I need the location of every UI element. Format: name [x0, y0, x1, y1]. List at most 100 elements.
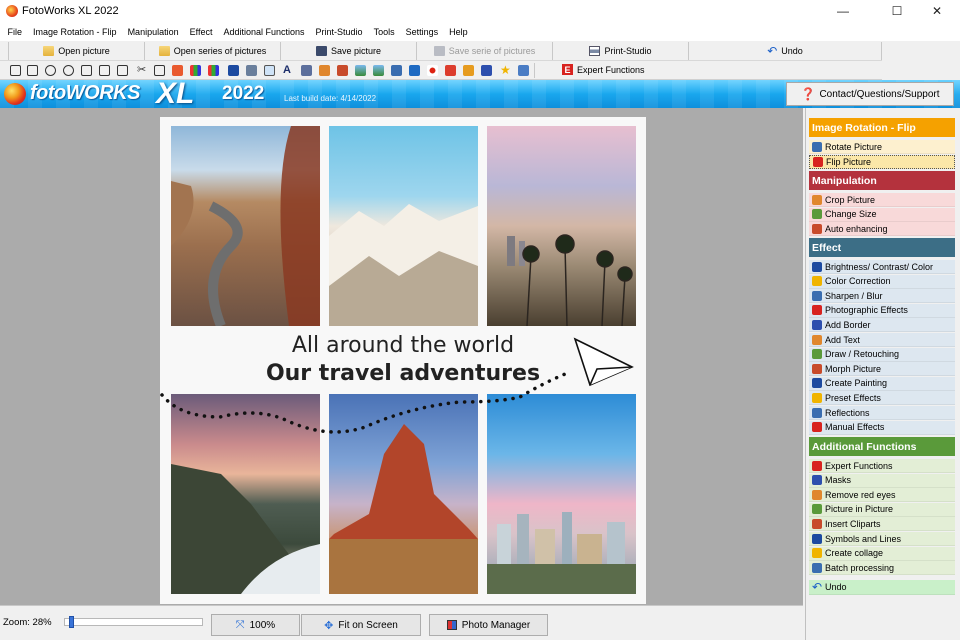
- photo-palm-city[interactable]: [487, 126, 636, 327]
- panel-item-create-collage[interactable]: Create collage: [809, 546, 955, 561]
- section-image-rotation-flip[interactable]: Image Rotation - Flip: [809, 118, 955, 137]
- panel-item-add-text[interactable]: Add Text: [809, 333, 955, 347]
- panel-item-icon: [812, 276, 822, 287]
- landscape-icon[interactable]: [355, 65, 366, 76]
- save-picture-button[interactable]: Save picture: [280, 42, 416, 60]
- menu-manipulation[interactable]: Manipulation: [122, 27, 184, 37]
- panel-item-color-correction[interactable]: Color Correction: [809, 274, 955, 289]
- panel-item-crop-picture[interactable]: Crop Picture: [809, 193, 955, 207]
- panel-item-draw-retouching[interactable]: Draw / Retouching: [809, 347, 955, 362]
- panel-item-manual-effects[interactable]: Manual Effects: [809, 420, 955, 435]
- crop-icon[interactable]: [154, 65, 165, 76]
- star-icon[interactable]: ★: [500, 64, 511, 76]
- mask-icon[interactable]: [409, 65, 420, 76]
- panel-item-remove-red-eyes[interactable]: Remove red eyes: [809, 488, 955, 503]
- menu-help[interactable]: Help: [444, 27, 474, 37]
- minimize-button[interactable]: —: [820, 0, 866, 22]
- photo-beach-cliffs[interactable]: [171, 394, 320, 594]
- symbols-icon[interactable]: [481, 65, 492, 76]
- preset-icon[interactable]: [337, 65, 348, 76]
- panel-item-picture-in-picture[interactable]: Picture in Picture: [809, 502, 955, 517]
- panel-item-batch-processing[interactable]: Batch processing: [809, 561, 955, 576]
- batch-icon[interactable]: [518, 65, 529, 76]
- clipart-icon[interactable]: [463, 65, 474, 76]
- photo-manager-button[interactable]: Photo Manager: [429, 614, 548, 636]
- color-balance-icon[interactable]: [208, 65, 219, 76]
- rotate-ccw-icon[interactable]: [45, 65, 56, 76]
- collage-canvas[interactable]: All around the world Our travel adventur…: [160, 117, 646, 604]
- reflection-icon[interactable]: [373, 65, 384, 76]
- print-studio-button[interactable]: Print-Studio: [552, 42, 688, 60]
- panel-item-insert-cliparts[interactable]: Insert Cliparts: [809, 517, 955, 532]
- close-button[interactable]: ✕: [914, 0, 960, 22]
- text-icon[interactable]: A: [283, 65, 294, 76]
- menu-settings[interactable]: Settings: [400, 27, 444, 37]
- sharpen-icon[interactable]: [228, 65, 239, 76]
- panel-item-change-size[interactable]: Change Size: [809, 207, 955, 222]
- menu-tools[interactable]: Tools: [368, 27, 400, 37]
- panel-item-auto-enhancing[interactable]: Auto enhancing: [809, 222, 955, 237]
- panel-item-flip-picture[interactable]: Flip Picture: [809, 154, 955, 169]
- undo-button[interactable]: ↶ Undo: [688, 42, 882, 60]
- panel-item-expert-functions[interactable]: Expert Functions: [809, 459, 955, 473]
- wand-icon[interactable]: [172, 65, 183, 76]
- rotate-left-icon[interactable]: [10, 65, 21, 76]
- rotate-right-icon[interactable]: [27, 65, 38, 76]
- manual-effect-icon[interactable]: [391, 65, 402, 76]
- menu-effect[interactable]: Effect: [184, 27, 218, 37]
- panel-item-create-painting[interactable]: Create Painting: [809, 376, 955, 391]
- photo-effect-icon[interactable]: [246, 65, 257, 76]
- section-manipulation[interactable]: Manipulation: [809, 171, 955, 190]
- fit-on-screen-button[interactable]: ✥ Fit on Screen: [301, 614, 421, 636]
- panel-item-morph-picture[interactable]: Morph Picture: [809, 362, 955, 377]
- panel-item-photographic-effects[interactable]: Photographic Effects: [809, 303, 955, 318]
- flip-icon[interactable]: [81, 65, 92, 76]
- photo-palm-city-art: [507, 234, 633, 327]
- zoom-100-button[interactable]: ⤧ 100%: [211, 614, 300, 636]
- panel-undo-button[interactable]: ↶ Undo: [809, 580, 955, 595]
- panel-item-preset-effects[interactable]: Preset Effects: [809, 391, 955, 406]
- photo-city-skyline[interactable]: [487, 394, 636, 594]
- panel-item-icon: [812, 209, 822, 220]
- photo-white-rocks[interactable]: [329, 126, 478, 326]
- contact-support-button[interactable]: ❓ Contact/Questions/Support: [786, 82, 954, 106]
- scissors-icon[interactable]: ✂: [137, 65, 148, 76]
- levels-icon[interactable]: [190, 65, 201, 76]
- menu-file[interactable]: File: [2, 27, 28, 37]
- red-eye-icon[interactable]: [427, 65, 438, 76]
- panel-undo-label: Undo: [825, 582, 847, 592]
- zoom-slider[interactable]: [64, 618, 203, 626]
- save-series-button[interactable]: Save serie of pictures: [416, 42, 552, 60]
- mirror-icon[interactable]: [99, 65, 110, 76]
- painting-icon[interactable]: [319, 65, 330, 76]
- panel-item-symbols-and-lines[interactable]: Symbols and Lines: [809, 532, 955, 546]
- expert-functions-button[interactable]: E Expert Functions: [562, 64, 645, 75]
- perspective-icon[interactable]: [117, 65, 128, 76]
- headline-line-1: All around the world: [291, 333, 515, 358]
- photo-coastal-road[interactable]: [171, 126, 320, 328]
- border-icon[interactable]: [264, 65, 275, 76]
- image-workspace[interactable]: All around the world Our travel adventur…: [0, 108, 803, 605]
- rotate-cw-icon[interactable]: [63, 65, 74, 76]
- menu-additional-functions[interactable]: Additional Functions: [218, 27, 310, 37]
- photo-red-rock[interactable]: [329, 394, 478, 594]
- panel-item-reflections[interactable]: Reflections: [809, 406, 955, 420]
- panel-item-rotate-picture[interactable]: Rotate Picture: [809, 140, 955, 154]
- open-picture-button[interactable]: Open picture: [8, 42, 144, 60]
- panel-item-sharpen-blur[interactable]: Sharpen / Blur: [809, 289, 955, 304]
- draw-icon[interactable]: [301, 65, 312, 76]
- section-additional-functions[interactable]: Additional Functions: [809, 437, 955, 456]
- panel-item-masks[interactable]: Masks: [809, 473, 955, 488]
- zoom-slider-thumb[interactable]: [68, 616, 74, 628]
- expert-functions-label: Expert Functions: [577, 64, 645, 75]
- panel-item-label: Flip Picture: [826, 156, 872, 167]
- panel-item-add-border[interactable]: Add Border: [809, 318, 955, 333]
- panel-item-brightness-contrast-color[interactable]: Brightness/ Contrast/ Color: [809, 260, 955, 274]
- picture-in-picture-icon[interactable]: [445, 65, 456, 76]
- open-series-button[interactable]: Open series of pictures: [144, 42, 280, 60]
- menu-print-studio[interactable]: Print-Studio: [310, 27, 368, 37]
- panel-item-label: Remove red eyes: [825, 489, 896, 500]
- fit-on-screen-label: Fit on Screen: [338, 619, 398, 631]
- section-effect[interactable]: Effect: [809, 238, 955, 257]
- menu-image-rotation-flip[interactable]: Image Rotation - Flip: [28, 27, 123, 37]
